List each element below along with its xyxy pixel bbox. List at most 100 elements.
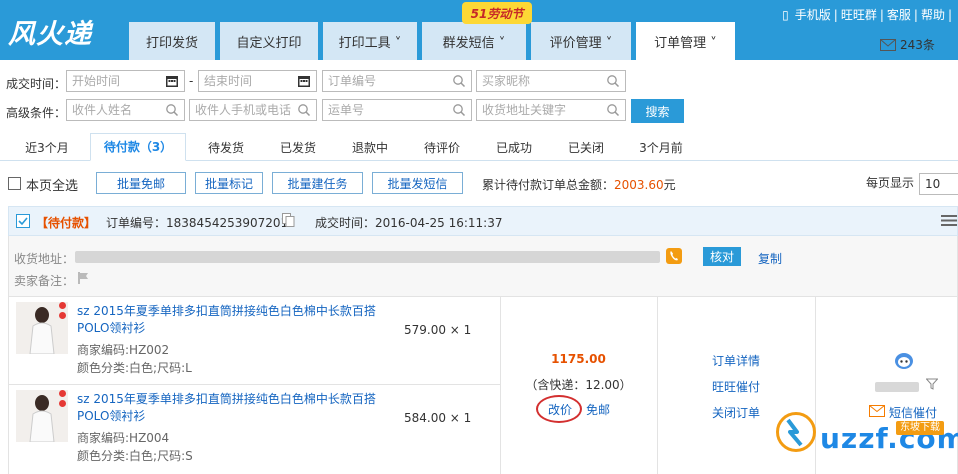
promo-badge[interactable]: 51劳动节 [462, 2, 532, 24]
change-price-link[interactable]: 改价 [548, 401, 572, 418]
end-time-placeholder: 结束时间 [204, 74, 253, 88]
order-no-placeholder: 订单编号 [328, 74, 377, 88]
receiver-name-input[interactable]: 收件人姓名 [66, 99, 185, 121]
order-no-input[interactable]: 订单编号 [322, 70, 472, 92]
product-price-qty: 584.00 × 1 [404, 411, 472, 425]
order-detail-link[interactable]: 订单详情 [712, 352, 760, 369]
verify-button[interactable]: 核对 [703, 247, 741, 266]
search-icon [298, 104, 311, 117]
free-shipping-link[interactable]: 免邮 [586, 401, 610, 418]
message-count[interactable]: 243条 [880, 36, 935, 53]
total-label: 累计待付款订单总金额： [482, 178, 615, 192]
col-divider [657, 296, 658, 474]
batch-sms-button[interactable]: 批量发短信 [372, 172, 463, 194]
tab-pending-review[interactable]: 待评价 [412, 136, 472, 160]
product-price-qty: 579.00 × 1 [404, 323, 472, 337]
batch-task-button[interactable]: 批量建任务 [272, 172, 363, 194]
address-keyword-placeholder: 收货地址关键字 [482, 103, 567, 117]
tab-pending-ship[interactable]: 待发货 [196, 136, 256, 160]
total-summary: 累计待付款订单总金额：2003.60元 [482, 176, 676, 193]
item-tags [59, 302, 67, 319]
nav-custom-print[interactable]: 自定义打印 [220, 22, 318, 60]
search-icon [453, 75, 466, 88]
address-keyword-input[interactable]: 收货地址关键字 [476, 99, 626, 121]
buyer-nick-input[interactable]: 买家昵称 [476, 70, 626, 92]
sms-icon [869, 405, 885, 417]
nav-review-manage[interactable]: 评价管理 ˅ [531, 22, 631, 60]
buyer-nick-redacted [875, 382, 919, 392]
total-amount: 2003.60 [614, 178, 664, 192]
order-time-value: 2016-04-25 16:11:37 [375, 216, 503, 230]
order-no-label: 订单编号： [106, 216, 167, 230]
mail-icon [880, 38, 896, 51]
tab-older-3m[interactable]: 3个月前 [628, 136, 694, 160]
total-unit: 元 [663, 178, 676, 192]
top-link-mobile[interactable]: 手机版 [792, 8, 834, 22]
product-code: 商家编码:HZ004 [77, 431, 170, 445]
receiver-phone-input[interactable]: 收件人手机或电话 [189, 99, 317, 121]
product-title[interactable]: sz 2015年夏季单排多扣直筒拼接纯色白色棉中长款百搭POLO领衬衫 [77, 303, 382, 337]
wangwang-icon[interactable] [894, 352, 914, 370]
tab-succeeded[interactable]: 已成功 [484, 136, 544, 160]
tab-shipped[interactable]: 已发货 [268, 136, 328, 160]
flag-icon[interactable] [78, 272, 90, 284]
tab-pending-payment[interactable]: 待付款（3） [90, 133, 186, 161]
menu-icon[interactable] [941, 215, 957, 226]
per-page-select[interactable]: 10 [919, 173, 958, 195]
message-count-text: 243条 [900, 38, 935, 52]
close-order-link[interactable]: 关闭订单 [712, 404, 760, 421]
product-sku: 颜色分类:白色;尺码:S [77, 449, 193, 463]
top-link-service[interactable]: 客服 [884, 8, 914, 22]
select-all-checkbox[interactable] [8, 177, 21, 190]
search-icon [453, 104, 466, 117]
nav-print-tools[interactable]: 打印工具 ˅ [323, 22, 417, 60]
copy-address-link[interactable]: 复制 [758, 250, 782, 267]
waybill-placeholder: 运单号 [328, 103, 365, 117]
order-time-label: 成交时间： [315, 216, 376, 230]
tab-recent-3m[interactable]: 近3个月 [14, 136, 80, 160]
receiver-phone-placeholder: 收件人手机或电话 [195, 103, 292, 117]
trade-time-label: 成交时间： [6, 77, 67, 91]
top-link-help[interactable]: 帮助 [918, 8, 948, 22]
address-redacted [75, 251, 660, 263]
app-logo[interactable]: 风火递 [8, 12, 92, 51]
product-title[interactable]: sz 2015年夏季单排多扣直筒拼接纯色白色棉中长款百搭POLO领衬衫 [77, 391, 382, 425]
tab-refunding[interactable]: 退款中 [340, 136, 400, 160]
watermark-badge: 东坡下载 [896, 421, 944, 435]
receiver-name-placeholder: 收件人姓名 [72, 103, 133, 117]
search-icon [166, 104, 179, 117]
batch-mark-button[interactable]: 批量标记 [195, 172, 263, 194]
sms-remind-link[interactable]: 短信催付 [889, 404, 937, 421]
start-time-input[interactable]: 开始时间 [66, 70, 185, 92]
top-links: ▯ 手机版 | 旺旺群 | 客服 | 帮助 | [779, 6, 952, 23]
address-label: 收货地址： [14, 252, 75, 266]
phone-icon [666, 248, 682, 264]
nav-order-manage[interactable]: 订单管理 ˅ [636, 22, 735, 60]
tab-closed[interactable]: 已关闭 [556, 136, 616, 160]
start-time-placeholder: 开始时间 [72, 74, 121, 88]
advanced-label: 高级条件： [6, 106, 67, 120]
nav-print-ship[interactable]: 打印发货 [129, 22, 215, 60]
top-link-wangwang[interactable]: 旺旺群 [838, 8, 880, 22]
copy-icon[interactable] [282, 213, 295, 227]
check-icon [18, 217, 28, 226]
col-divider [815, 296, 816, 474]
filter-icon[interactable] [926, 378, 938, 390]
order-no-value: 1838454253907201 [166, 216, 289, 230]
seller-note-label: 卖家备注： [14, 274, 75, 288]
order-no: 订单编号：1838454253907201 [106, 214, 288, 231]
search-icon [607, 75, 620, 88]
address-row [8, 236, 958, 296]
nav-bulk-sms[interactable]: 群发短信 ˅ [422, 22, 526, 60]
search-button[interactable]: 搜索 [631, 99, 684, 123]
buyer-nick-placeholder: 买家昵称 [482, 74, 531, 88]
order-status: 【待付款】 [36, 216, 97, 230]
end-time-input[interactable]: 结束时间 [198, 70, 317, 92]
waybill-input[interactable]: 运单号 [322, 99, 472, 121]
select-all-label[interactable]: 本页全选 [26, 175, 78, 194]
batch-free-shipping-button[interactable]: 批量免邮 [96, 172, 186, 194]
date-range-dash: - [189, 74, 194, 88]
shipping-fee: （含快递：12.00） [525, 378, 632, 392]
wangwang-remind-link[interactable]: 旺旺催付 [712, 378, 760, 395]
order-checkbox[interactable] [16, 214, 30, 228]
